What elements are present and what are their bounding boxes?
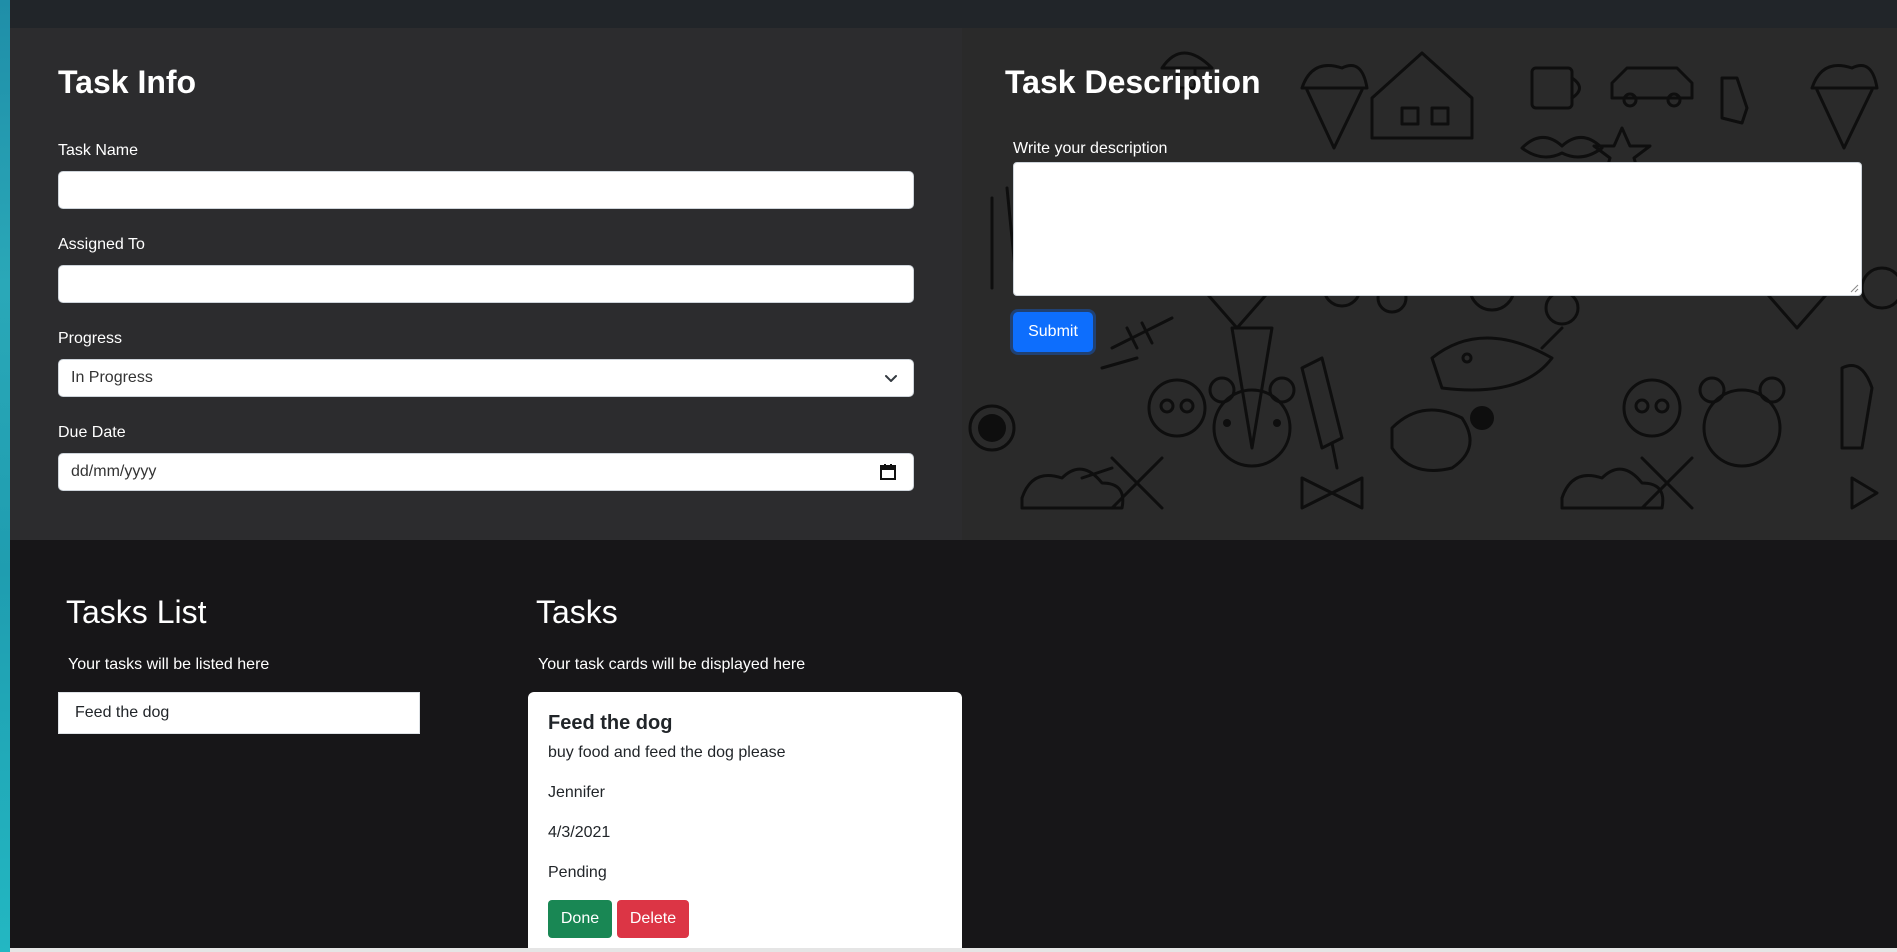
tasks-subtitle: Your task cards will be displayed here	[538, 656, 806, 673]
due-date-input[interactable]: dd/mm/yyyy	[58, 453, 914, 491]
task-card-status: Pending	[548, 864, 607, 881]
assigned-to-label: Assigned To	[58, 236, 145, 253]
task-name-input[interactable]	[58, 171, 914, 209]
description-textarea[interactable]	[1013, 162, 1862, 296]
progress-selected-value: In Progress	[71, 369, 153, 386]
task-name-label: Task Name	[58, 142, 139, 159]
task-card-title: Feed the dog	[548, 712, 673, 734]
task-info-section: Task Info Task Name Assigned To Progress…	[10, 28, 962, 540]
progress-select[interactable]: In Progress	[58, 359, 914, 397]
resize-grip-icon[interactable]	[1849, 283, 1859, 293]
tasks-list-subtitle: Your tasks will be listed here	[68, 656, 270, 673]
task-card-description: buy food and feed the dog please	[548, 744, 786, 761]
tasks-list-title: Tasks List	[66, 594, 207, 630]
due-date-placeholder: dd/mm/yyyy	[71, 463, 157, 480]
task-description-section: Task Description Write your description …	[962, 28, 1897, 540]
window-bottom-edge	[10, 948, 1897, 952]
tasks-area: Tasks List Your tasks will be listed her…	[10, 540, 1897, 952]
task-card-due-date: 4/3/2021	[548, 824, 611, 841]
top-navbar	[10, 0, 1897, 28]
delete-button[interactable]: Delete	[617, 900, 689, 938]
task-description-title: Task Description	[1005, 64, 1261, 100]
done-button[interactable]: Done	[548, 900, 612, 938]
list-item[interactable]: Feed the dog	[58, 692, 420, 734]
tasks-title: Tasks	[536, 594, 618, 630]
desktop-background-strip	[0, 0, 10, 952]
task-card-assignee: Jennifer	[548, 784, 605, 801]
task-info-title: Task Info	[58, 64, 197, 100]
description-label: Write your description	[1013, 140, 1168, 157]
progress-label: Progress	[58, 330, 123, 347]
submit-button[interactable]: Submit	[1013, 312, 1093, 352]
calendar-icon[interactable]	[879, 463, 897, 481]
due-date-label: Due Date	[58, 424, 126, 441]
chevron-down-icon	[885, 375, 897, 382]
assigned-to-input[interactable]	[58, 265, 914, 303]
task-card: Feed the dog buy food and feed the dog p…	[528, 692, 962, 952]
